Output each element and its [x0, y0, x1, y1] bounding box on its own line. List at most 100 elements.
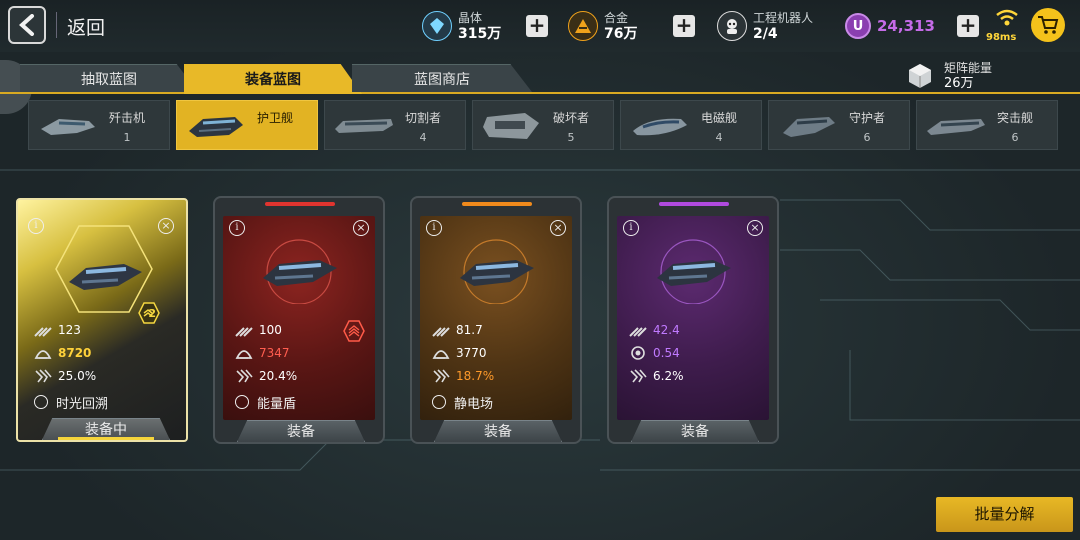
- fighter-ship-icon: [41, 119, 95, 135]
- skill-row: 静电场: [432, 394, 494, 412]
- cube-icon: [909, 64, 931, 88]
- ship-type-count: 1: [123, 131, 131, 144]
- stat-attack: 81.7: [432, 322, 483, 338]
- premium-currency-value: 24,313: [877, 17, 935, 35]
- stat-crit: 25.0%: [34, 368, 96, 384]
- ship-type-emp[interactable]: 电磁舰 4: [620, 100, 762, 150]
- robot-icon: [717, 11, 747, 41]
- stat-hull: 7347: [235, 345, 290, 361]
- ship-type-assault[interactable]: 突击舰 6: [916, 100, 1058, 150]
- premium-currency-icon: U: [845, 13, 871, 39]
- alloy-icon: [568, 11, 598, 41]
- cutter-ship-icon: [335, 119, 393, 133]
- escort-ship-art: [460, 239, 534, 304]
- alloy-label: 合金: [604, 11, 629, 25]
- robot-resource: 工程机器人 2/4: [717, 8, 813, 44]
- alloy-value: 76万: [604, 26, 638, 42]
- add-premium-button[interactable]: +: [957, 15, 979, 37]
- robot-label: 工程机器人: [753, 11, 814, 25]
- ping-value: 98ms: [986, 32, 1017, 43]
- ship-type-name: 歼击机: [108, 111, 145, 125]
- stat-value: 42.4: [653, 323, 680, 337]
- close-icon[interactable]: ×: [353, 220, 369, 236]
- destroyer-ship-icon: [483, 113, 539, 139]
- tab-equip-blueprint[interactable]: 装备蓝图: [184, 64, 362, 94]
- crystal-icon: [422, 11, 452, 41]
- stat-value: 0.54: [653, 346, 680, 360]
- ship-type-count: 4: [419, 131, 427, 144]
- shop-cart-button[interactable]: [1031, 8, 1065, 42]
- equip-button[interactable]: 装备: [434, 420, 562, 442]
- skill-row: 能量盾: [235, 394, 296, 412]
- stat-value: 8720: [58, 346, 92, 360]
- ship-type-escort[interactable]: 护卫舰: [176, 100, 318, 150]
- equip-button[interactable]: 装备: [237, 420, 365, 442]
- info-icon[interactable]: i: [229, 220, 245, 236]
- matrix-energy-label: 矩阵能量: [944, 61, 993, 75]
- stat-attack: 100: [235, 322, 282, 338]
- blueprint-card-purple[interactable]: i × 42.4 0.54 6.2% 装备: [607, 196, 779, 444]
- stat-value: 123: [58, 323, 81, 337]
- skill-row: 时光回溯: [34, 394, 109, 412]
- crystal-label: 晶体: [458, 11, 483, 25]
- add-crystal-button[interactable]: +: [526, 15, 548, 37]
- ship-type-destroyer[interactable]: 破坏者 5: [472, 100, 614, 150]
- rarity-bar: [462, 202, 532, 206]
- attack-icon: [432, 327, 450, 337]
- cart-icon: [1038, 16, 1059, 34]
- back-label[interactable]: 返回: [67, 13, 105, 40]
- card-body: i × 81.7 3770 18.7% 静电场: [420, 216, 572, 420]
- matrix-energy: 矩阵能量 26万: [906, 60, 992, 92]
- equip-button[interactable]: 装备: [631, 420, 759, 442]
- stat-value: 25.0%: [58, 369, 97, 383]
- stat-attack: 123: [34, 322, 81, 338]
- stat-value: 18.7%: [456, 369, 495, 383]
- static-field-skill-icon: [432, 395, 446, 409]
- add-alloy-button[interactable]: +: [673, 15, 695, 37]
- back-button[interactable]: [8, 6, 46, 44]
- crystal-resource: 晶体 315万: [422, 8, 501, 44]
- info-icon[interactable]: i: [426, 220, 442, 236]
- close-icon[interactable]: ×: [747, 220, 763, 236]
- shield-skill-icon: [235, 395, 249, 409]
- stat-value: 100: [259, 323, 282, 337]
- ship-type-count: 4: [715, 131, 723, 144]
- alloy-resource: 合金 76万: [568, 8, 637, 44]
- guardian-ship-icon: [783, 117, 835, 137]
- escort-ship-icon: [189, 117, 243, 137]
- stat-crit: 20.4%: [235, 368, 297, 384]
- tab-draw-blueprint[interactable]: 抽取蓝图: [20, 64, 198, 92]
- emp-ship-icon: [633, 118, 687, 136]
- blueprint-card-red[interactable]: i × 100 7347 20.4% 能量盾 装备: [213, 196, 385, 444]
- ship-type-fighter[interactable]: 歼击机 1: [28, 100, 170, 150]
- skill-name: 时光回溯: [56, 396, 109, 412]
- card-body: i × 42.4 0.54 6.2%: [617, 216, 769, 420]
- speed-icon: [631, 346, 645, 360]
- skill-name: 静电场: [454, 396, 494, 412]
- rank-value: 2: [148, 307, 156, 320]
- bulk-disassemble-button[interactable]: 批量分解: [936, 497, 1073, 532]
- blueprint-card-orange[interactable]: i × 81.7 3770 18.7% 静电场 装备: [410, 196, 582, 444]
- ship-type-name: 切割者: [404, 111, 441, 125]
- stat-value: 7347: [259, 346, 290, 360]
- info-icon[interactable]: i: [623, 220, 639, 236]
- ship-type-name: 破坏者: [552, 111, 589, 125]
- stat-crit: 18.7%: [432, 368, 494, 384]
- equipped-indicator: [58, 437, 154, 440]
- attack-icon: [235, 327, 253, 337]
- ship-type-guardian[interactable]: 守护者 6: [768, 100, 910, 150]
- info-icon[interactable]: i: [28, 218, 44, 234]
- stat-value: 81.7: [456, 323, 483, 337]
- tab-blueprint-shop[interactable]: 蓝图商店: [352, 64, 532, 92]
- crit-icon: [433, 369, 450, 383]
- crystal-value: 315万: [458, 26, 502, 42]
- crit-icon: [236, 369, 253, 383]
- hull-icon: [235, 350, 253, 359]
- blueprint-card-equipped[interactable]: i × 2 123 8720 25.0% 时光回溯 装备中: [16, 198, 188, 442]
- escort-ship-art: [263, 239, 337, 304]
- stat-value: 20.4%: [259, 369, 298, 383]
- hull-icon: [432, 350, 450, 359]
- ship-type-cutter[interactable]: 切割者 4: [324, 100, 466, 150]
- close-icon[interactable]: ×: [158, 218, 174, 234]
- close-icon[interactable]: ×: [550, 220, 566, 236]
